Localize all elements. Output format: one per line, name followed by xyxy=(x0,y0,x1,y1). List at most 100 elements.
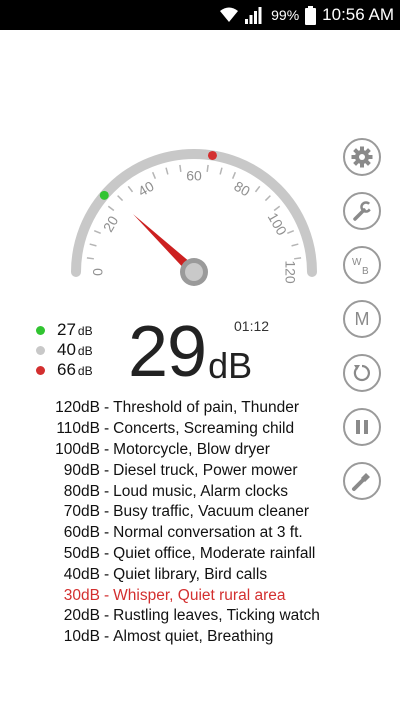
settings-button[interactable] xyxy=(343,138,381,176)
list-item-text: Loud music, Alarm clocks xyxy=(113,482,289,500)
list-item-db: 110dB xyxy=(56,420,100,438)
list-item-text: Rustling leaves, Ticking watch xyxy=(113,607,320,625)
list-item-text: Motorcycle, Blow dryer xyxy=(113,440,270,458)
list-item-db: 120dB xyxy=(55,399,100,417)
list-item-separator: - xyxy=(104,503,110,521)
list-item: 90dB - Diesel truck, Power mower xyxy=(46,460,386,481)
list-item: 20dB - Rustling leaves, Ticking watch xyxy=(46,606,386,627)
gauge-tick-label: 20 xyxy=(100,213,122,235)
list-item-separator: - xyxy=(104,461,110,479)
list-item-text: Almost quiet, Breathing xyxy=(113,628,274,646)
gauge-tick xyxy=(93,229,101,235)
gauge-tick-label: 40 xyxy=(135,178,157,200)
list-item: 100dB - Motorcycle, Blow dryer xyxy=(46,440,386,461)
list-item: 70dB - Busy traffic, Vacuum cleaner xyxy=(46,502,386,523)
stat-min: 27 dB xyxy=(36,320,116,340)
gauge-tick-label: 0 xyxy=(90,268,106,276)
noise-reference-list: 120dB - Threshold of pain, Thunder 110dB - C… xyxy=(46,398,386,648)
clock: 10:56 AM xyxy=(322,5,394,24)
calibrate-button[interactable] xyxy=(343,192,381,230)
battery-icon xyxy=(305,5,317,25)
list-item-db: 100dB xyxy=(55,440,100,458)
list-item: 10dB - Almost quiet, Breathing xyxy=(46,627,386,648)
gauge-tick xyxy=(165,167,169,175)
stat-max-unit: dB xyxy=(77,364,93,378)
stat-avg-dot xyxy=(36,346,45,355)
list-item-text: Busy traffic, Vacuum cleaner xyxy=(113,503,310,521)
sound-level-gauge: 0 20 40 60 80 100 120 xyxy=(56,136,326,296)
status-bar: 99% 10:56 AM xyxy=(0,0,400,30)
stat-avg-value: 40 xyxy=(57,340,76,359)
status-right: 99% 10:56 AM xyxy=(219,0,394,30)
list-item-separator: - xyxy=(104,565,110,583)
list-item-separator: - xyxy=(104,524,110,542)
stat-avg-unit: dB xyxy=(77,344,93,358)
mode-button[interactable]: M xyxy=(343,300,381,338)
reset-button[interactable] xyxy=(343,354,381,392)
list-item: 120dB - Threshold of pain, Thunder xyxy=(46,398,386,419)
gauge-tick xyxy=(291,243,299,247)
list-item-db: 90dB xyxy=(63,461,100,479)
refresh-icon xyxy=(351,362,373,384)
gauge-tick-label: 100 xyxy=(265,210,291,238)
stat-max-dot xyxy=(36,366,45,375)
svg-text:B: B xyxy=(362,266,369,277)
gauge-tick-label: 60 xyxy=(186,168,202,184)
min-level-marker xyxy=(99,190,109,200)
signal-icon xyxy=(245,6,265,24)
gauge-tick xyxy=(264,195,271,202)
stat-max-value: 66 xyxy=(57,360,76,379)
list-item-db: 10dB xyxy=(63,628,100,646)
list-item-separator: - xyxy=(104,420,110,438)
list-item-text: Diesel truck, Power mower xyxy=(113,461,298,479)
list-item-separator: - xyxy=(104,440,110,458)
list-item-separator: - xyxy=(104,586,110,604)
list-item-separator: - xyxy=(104,607,110,625)
gauge-tick-label: 120 xyxy=(282,260,298,284)
stat-avg: 40 dB xyxy=(36,340,116,360)
gauge-tick xyxy=(231,171,237,179)
current-db-unit: dB xyxy=(208,345,253,386)
list-item: 40dB - Quiet library, Bird calls xyxy=(46,564,386,585)
list-item: 80dB - Loud music, Alarm clocks xyxy=(46,481,386,502)
stat-min-value: 27 xyxy=(57,320,76,339)
list-item-db: 70dB xyxy=(63,503,100,521)
list-item: 110dB - Concerts, Screaming child xyxy=(46,419,386,440)
gauge-tick xyxy=(206,164,209,172)
gauge-tick xyxy=(287,229,295,235)
list-item-db: 80dB xyxy=(63,482,100,500)
list-item-db: 40dB xyxy=(63,565,100,583)
gauge-tick xyxy=(294,257,302,260)
level-stats: 27 dB 40 dB 66 dB xyxy=(36,320,116,380)
gauge-tick xyxy=(117,195,124,202)
gauge-tick xyxy=(89,243,97,247)
gauge-tick xyxy=(107,205,115,212)
list-item-text: Quiet office, Moderate rainfall xyxy=(113,544,316,562)
current-db-value: 29 xyxy=(128,312,207,392)
battery-percent: 99% xyxy=(271,7,300,23)
list-item-separator: - xyxy=(104,482,110,500)
elapsed-timer: 01:12 xyxy=(234,318,270,334)
wrench-icon xyxy=(351,200,373,222)
wifi-icon xyxy=(219,7,239,23)
gauge-tick xyxy=(127,185,134,193)
list-item-separator: - xyxy=(104,544,110,562)
mode-label: M xyxy=(354,308,370,329)
weighting-button[interactable]: W B xyxy=(343,246,381,284)
max-level-marker xyxy=(207,150,217,160)
list-item-text: Concerts, Screaming child xyxy=(113,420,295,438)
gauge-tick xyxy=(179,164,182,172)
list-item-db: 20dB xyxy=(63,607,100,625)
list-item: 60dB - Normal conversation at 3 ft. xyxy=(46,523,386,544)
gauge-tick xyxy=(151,171,157,179)
list-item-text: Threshold of pain, Thunder xyxy=(113,399,300,417)
gauge-tick xyxy=(86,257,94,260)
list-item-separator: - xyxy=(104,628,110,646)
stat-max: 66 dB xyxy=(36,360,116,380)
gauge-hub-highlight xyxy=(185,263,203,281)
list-item-text: Quiet library, Bird calls xyxy=(113,565,268,583)
weighting-label: W B xyxy=(350,253,374,277)
list-item: 30dB - Whisper, Quiet rural area xyxy=(46,585,386,606)
list-item-separator: - xyxy=(104,399,110,417)
list-item-db: 60dB xyxy=(63,524,100,542)
